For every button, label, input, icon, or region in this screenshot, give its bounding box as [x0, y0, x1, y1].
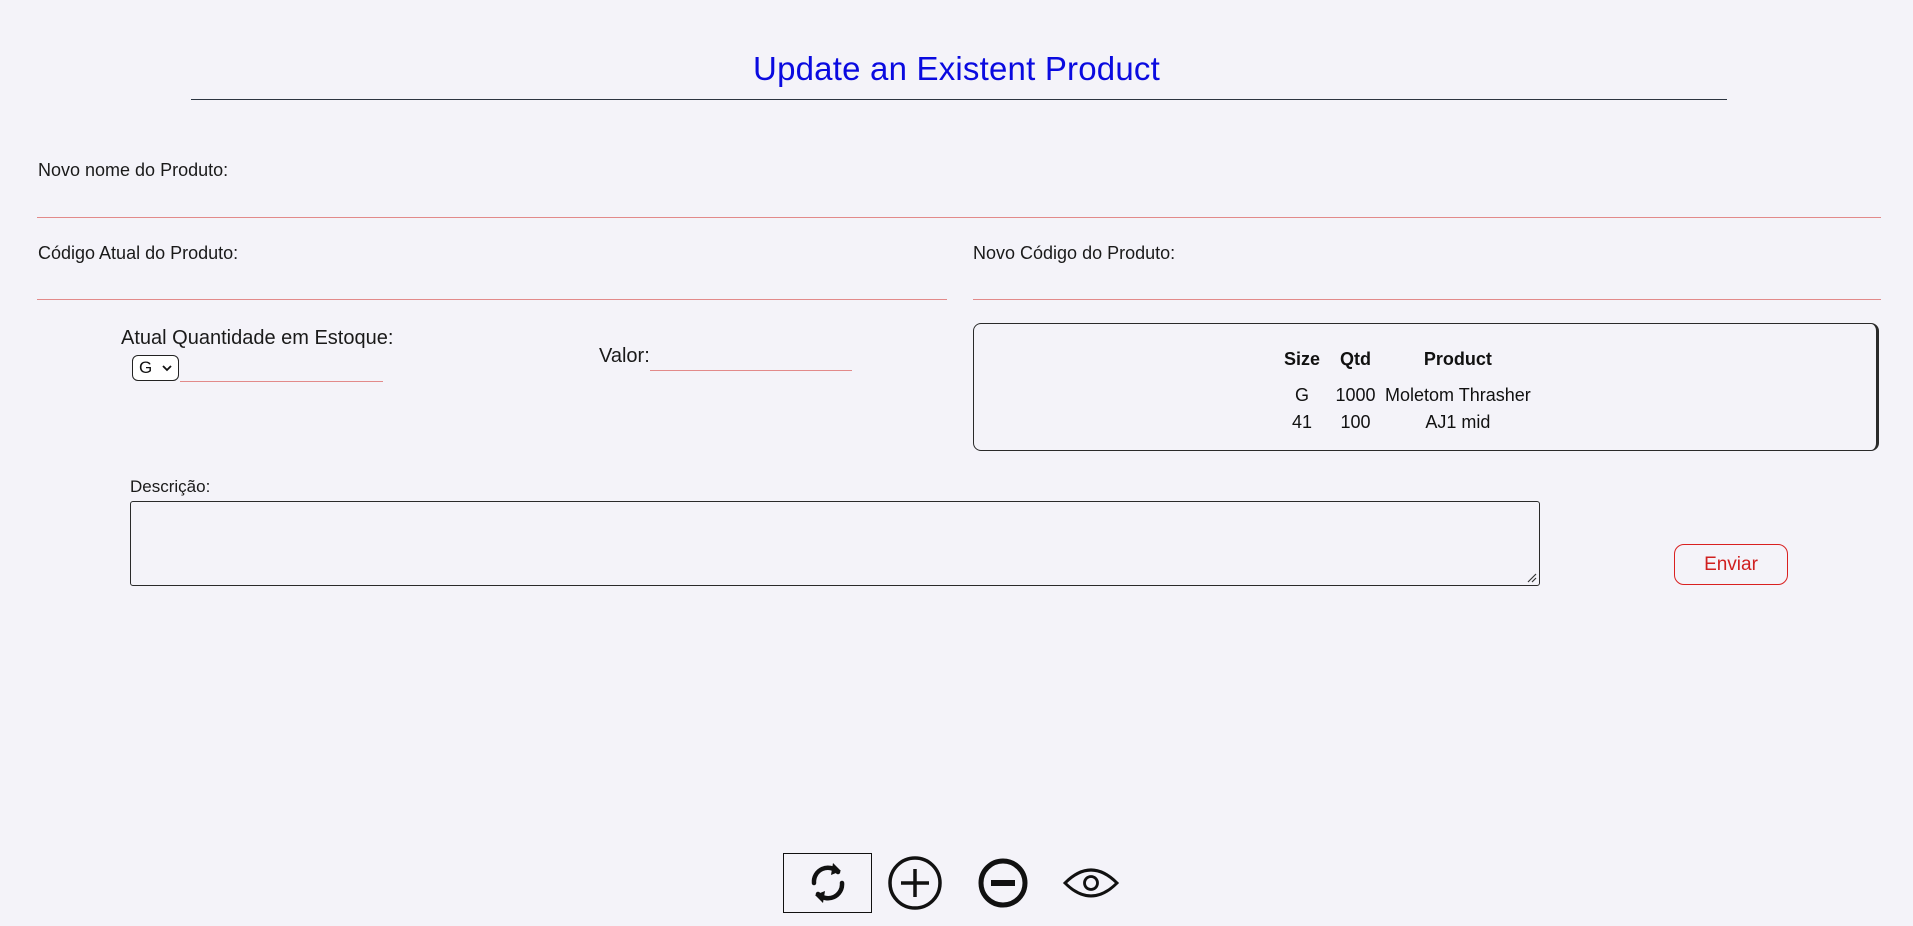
stock-panel: Size Qtd Product G 1000 Moletom Thrasher… [973, 323, 1879, 451]
cell-size: 41 [1292, 411, 1313, 432]
description-textarea[interactable] [130, 501, 1540, 586]
add-button[interactable] [887, 853, 943, 913]
chevron-down-icon [162, 365, 172, 372]
cell-qtd: 1000 [1335, 384, 1376, 405]
column-header-product: Product [1423, 349, 1492, 369]
description-label: Descrição: [130, 477, 211, 496]
page-title: Update an Existent Product [753, 50, 1160, 87]
plus-circle-icon [888, 856, 942, 910]
column-header-size: Size [1284, 349, 1321, 369]
stock-quantity-label: Atual Quantidade em Estoque: [121, 327, 394, 349]
cell-product: AJ1 mid [1425, 411, 1491, 432]
cell-product: Moletom Thrasher [1385, 384, 1531, 405]
value-label: Valor: [599, 345, 650, 367]
new-code-label: Novo Código do Produto: [973, 243, 1176, 263]
stock-table-header: Size Qtd Product [1274, 349, 1535, 382]
cell-size: G [1295, 384, 1310, 405]
minus-circle-icon [978, 858, 1028, 908]
new-code-input[interactable] [973, 270, 1881, 300]
size-select-value: G [139, 358, 153, 377]
value-input[interactable] [650, 341, 852, 371]
view-button[interactable] [1062, 853, 1120, 913]
column-header-qtd: Qtd [1340, 349, 1372, 369]
new-name-input[interactable] [37, 188, 1881, 218]
cell-qtd: 100 [1340, 411, 1371, 432]
current-code-input[interactable] [37, 270, 947, 300]
refresh-icon [811, 863, 844, 903]
submit-button[interactable]: Enviar [1674, 544, 1788, 585]
table-row: G 1000 Moletom Thrasher [1274, 382, 1535, 409]
title-divider [191, 99, 1727, 100]
refresh-button[interactable] [783, 853, 872, 913]
new-name-label: Novo nome do Produto: [38, 160, 229, 180]
eye-icon [1062, 868, 1120, 898]
stock-quantity-input[interactable] [180, 352, 383, 382]
remove-button[interactable] [975, 853, 1031, 913]
table-row: 41 100 AJ1 mid [1274, 409, 1535, 436]
stock-table: Size Qtd Product G 1000 Moletom Thrasher… [1274, 349, 1535, 436]
size-select[interactable]: G [132, 355, 179, 381]
resize-grip-icon[interactable] [1527, 573, 1537, 583]
current-code-label: Código Atual do Produto: [38, 243, 239, 263]
